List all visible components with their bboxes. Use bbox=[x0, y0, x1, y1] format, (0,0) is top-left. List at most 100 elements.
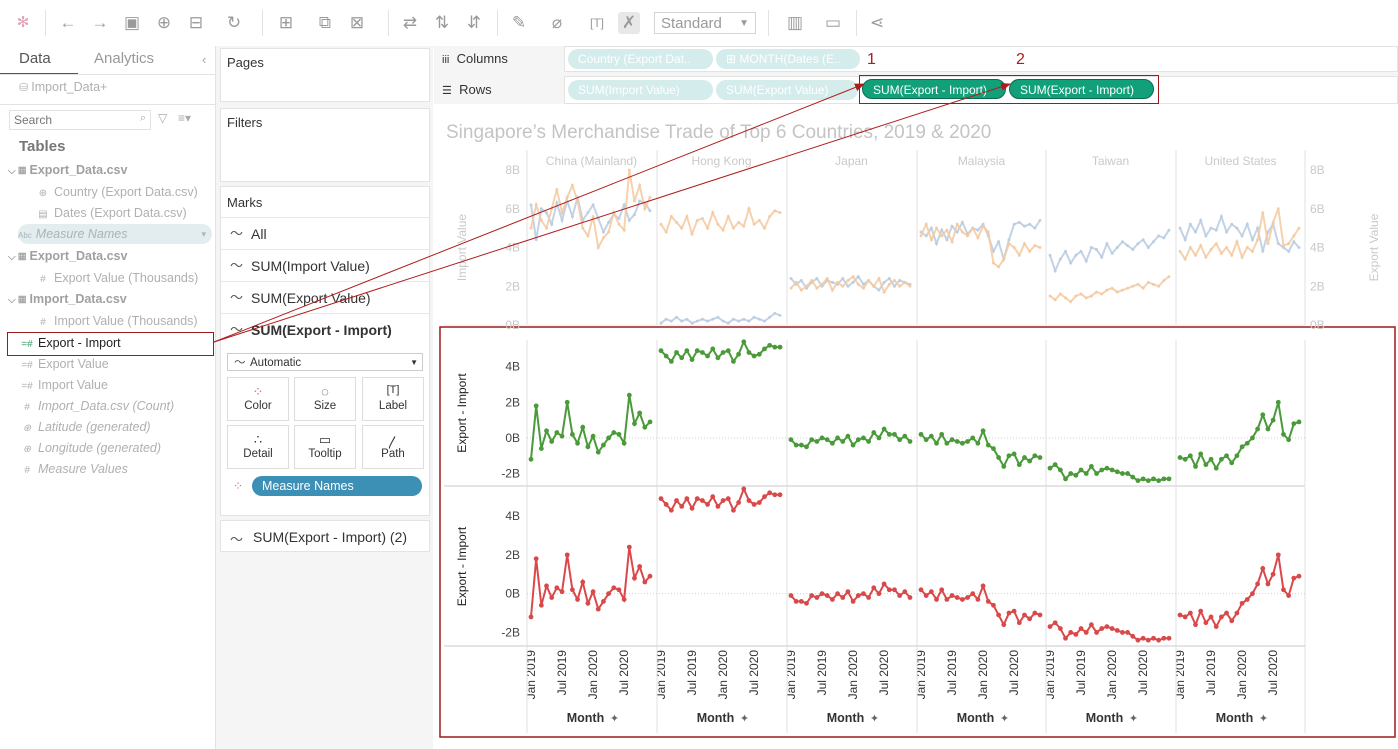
export-import-series-2-point bbox=[1229, 618, 1235, 624]
export-import-series-1-point bbox=[1234, 453, 1240, 459]
y-tick-label: 2B bbox=[505, 279, 520, 293]
export-import-series-2-point bbox=[642, 579, 648, 585]
export-import-series-2-point bbox=[616, 587, 622, 593]
import-series-point bbox=[778, 313, 782, 317]
y-axis-label-right: Export Value bbox=[1367, 213, 1381, 281]
export-series-point bbox=[1089, 294, 1093, 298]
export-import-series-2-point bbox=[907, 595, 913, 600]
export-series-point bbox=[1084, 296, 1088, 300]
export-import-series-2-point bbox=[1063, 635, 1068, 641]
export-series-point bbox=[1199, 244, 1203, 248]
export-series-point bbox=[1235, 240, 1239, 244]
export-series-point bbox=[1141, 286, 1145, 290]
export-import-series-1-point bbox=[544, 428, 549, 434]
export-import-series-1-point bbox=[892, 431, 897, 437]
export-import-series-2-point bbox=[544, 583, 549, 589]
export-import-series-2-point bbox=[1218, 614, 1224, 620]
export-import-series-2-point bbox=[1114, 628, 1120, 633]
export-series-point bbox=[851, 275, 855, 279]
export-import-series-2-point bbox=[1250, 591, 1255, 597]
export-import-series-1-point bbox=[1094, 471, 1099, 476]
export-series-point bbox=[534, 203, 538, 207]
export-import-series-2-point bbox=[1203, 620, 1209, 626]
export-import-series-1-point bbox=[861, 435, 866, 441]
column-header: United States bbox=[1204, 154, 1276, 168]
x-tick-label: Jan 2019 bbox=[654, 650, 668, 700]
export-import-series-1-point bbox=[554, 430, 560, 435]
export-series-line bbox=[1049, 275, 1170, 304]
import-series-point bbox=[898, 278, 902, 282]
export-import-series-2-point bbox=[1208, 614, 1214, 620]
export-import-series-2-point bbox=[788, 593, 794, 598]
export-series-point bbox=[1033, 244, 1037, 248]
export-series-point bbox=[607, 230, 611, 234]
export-series-point bbox=[1292, 234, 1296, 238]
export-import-series-1-point bbox=[564, 399, 570, 405]
export-import-series-1-point bbox=[1265, 426, 1271, 432]
import-series-point bbox=[700, 317, 704, 321]
x-tick-label: Jul 2020 bbox=[1266, 650, 1280, 696]
export-series-point bbox=[960, 230, 964, 234]
export-import-series-1-point bbox=[1068, 471, 1074, 476]
import-series-point bbox=[1028, 222, 1032, 226]
export-import-series-1-point bbox=[1281, 431, 1286, 437]
export-import-series-2-point bbox=[1187, 610, 1193, 616]
export-import-series-1-point bbox=[663, 353, 669, 359]
export-import-series-1-point bbox=[1032, 453, 1038, 459]
export-import-series-2-point bbox=[1239, 600, 1245, 606]
import-series-point bbox=[1136, 242, 1140, 246]
export-import-series-1-point bbox=[741, 339, 747, 345]
export-import-series-1-point bbox=[658, 348, 664, 354]
import-series-point bbox=[1178, 226, 1182, 230]
export-import-series-1-point bbox=[907, 439, 913, 444]
export-import-series-2-point bbox=[819, 591, 825, 597]
export-import-series-2-point bbox=[668, 507, 674, 513]
export-import-series-1-point bbox=[595, 449, 601, 455]
export-import-series-1-point bbox=[1161, 476, 1167, 482]
export-import-series-2-point bbox=[1094, 630, 1099, 635]
export-series-point bbox=[945, 228, 949, 232]
export-series-point bbox=[762, 226, 766, 230]
export-import-series-1-point bbox=[538, 446, 544, 452]
export-series-point bbox=[1297, 226, 1301, 230]
export-import-series-2-point bbox=[1125, 630, 1131, 635]
export-series-point bbox=[1178, 249, 1182, 253]
export-import-series-1-line bbox=[790, 427, 911, 449]
pin-icon: ✦ bbox=[1000, 713, 1009, 725]
y-tick-label: 4B bbox=[505, 360, 520, 374]
export-import-series-1-point bbox=[1255, 426, 1261, 432]
export-import-series-2-point bbox=[601, 599, 606, 604]
import-series-point bbox=[762, 319, 766, 323]
export-series-point bbox=[1276, 207, 1280, 211]
export-series-point bbox=[877, 277, 881, 280]
import-series-point bbox=[1250, 238, 1254, 242]
x-axis-label: Month bbox=[957, 711, 994, 725]
export-import-series-2-point bbox=[632, 575, 637, 581]
export-series-point bbox=[1105, 288, 1109, 292]
export-series-point bbox=[596, 246, 600, 249]
export-import-series-2-point bbox=[559, 589, 565, 595]
export-import-series-1-point bbox=[1022, 455, 1027, 460]
export-import-series-1-point bbox=[985, 442, 991, 448]
import-series-point bbox=[1064, 249, 1068, 253]
import-series-line bbox=[660, 312, 781, 325]
export-import-series-1-point bbox=[1078, 467, 1084, 473]
export-import-series-2-point bbox=[1255, 581, 1261, 587]
export-import-series-2-point bbox=[1291, 575, 1297, 581]
export-import-series-2-point bbox=[840, 595, 846, 600]
x-tick-label: Jul 2019 bbox=[1074, 650, 1088, 696]
export-series-point bbox=[1151, 282, 1155, 286]
export-import-series-1-point bbox=[855, 437, 861, 443]
export-import-series-2-point bbox=[959, 597, 965, 602]
import-series-point bbox=[752, 315, 756, 319]
export-import-series-1-point bbox=[819, 435, 825, 441]
export-import-series-2-point bbox=[824, 593, 830, 598]
export-series-point bbox=[908, 284, 912, 288]
y-tick-label-right: 8B bbox=[1310, 163, 1325, 177]
export-import-series-2-point bbox=[1182, 614, 1188, 620]
export-import-series-1-point bbox=[1187, 453, 1193, 459]
x-tick-label: Jan 2019 bbox=[784, 650, 798, 700]
export-series-point bbox=[856, 282, 860, 286]
import-series-point bbox=[680, 319, 684, 323]
export-import-series-1-point bbox=[897, 437, 903, 443]
